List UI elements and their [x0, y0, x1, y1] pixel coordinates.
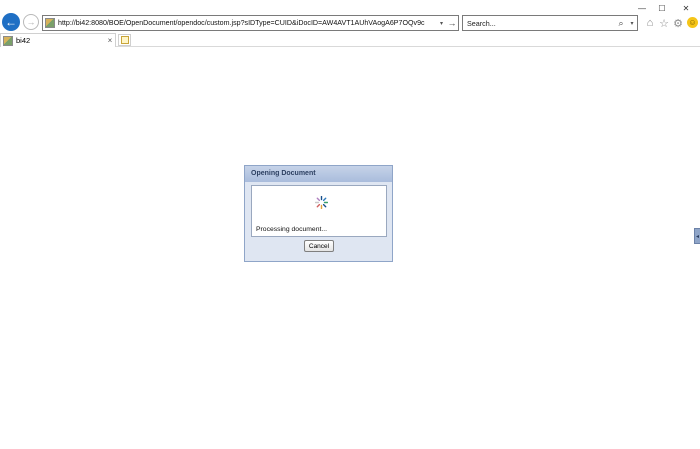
opening-document-dialog: Opening Document Processing document... … [244, 165, 393, 262]
go-arrow-icon[interactable]: → [446, 18, 458, 28]
close-window-button[interactable]: ✕ [675, 2, 697, 14]
maximize-button[interactable]: ☐ [651, 2, 673, 14]
minimize-icon: — [638, 3, 646, 13]
new-tab-button[interactable] [118, 34, 131, 46]
new-tab-icon [120, 36, 129, 44]
cancel-button[interactable]: Cancel [304, 240, 334, 252]
address-url[interactable]: http://bi42:8080/BOE/OpenDocument/opendo… [58, 19, 437, 27]
collapse-arrow-icon: ◂ [695, 233, 699, 240]
address-bar[interactable]: http://bi42:8080/BOE/OpenDocument/opendo… [42, 15, 459, 31]
minimize-button[interactable]: — [631, 2, 653, 14]
address-dropdown-icon[interactable]: ▾ [437, 20, 446, 27]
search-dropdown-icon[interactable]: ▾ [627, 20, 637, 27]
dialog-title: Opening Document [245, 166, 392, 182]
search-input[interactable]: Search... [467, 19, 615, 28]
processing-status-text: Processing document... [256, 226, 328, 233]
settings-gear-icon[interactable]: ⚙ [671, 16, 685, 30]
home-icon[interactable]: ⌂ [643, 16, 657, 30]
tab-bi42[interactable]: bi42 × [0, 33, 116, 47]
loading-spinner-icon [315, 196, 328, 209]
favorites-star-icon[interactable]: ☆ [657, 16, 671, 30]
page-icon [45, 18, 55, 28]
side-panel-toggle[interactable]: ◂ [694, 228, 700, 244]
back-arrow-icon: ← [5, 15, 17, 29]
search-box[interactable]: Search... ⌕ ▾ [462, 15, 638, 31]
forward-button[interactable]: → [23, 14, 39, 30]
close-icon: ✕ [682, 3, 690, 13]
browser-chrome: — ☐ ✕ ← → http://bi42:8080/BOE/OpenDocum… [0, 0, 700, 47]
feedback-smiley-icon[interactable]: ☺ [687, 17, 698, 28]
dialog-body: Processing document... [251, 185, 387, 237]
back-button[interactable]: ← [2, 13, 20, 31]
forward-arrow-icon: → [26, 16, 36, 27]
tab-close-icon[interactable]: × [105, 36, 115, 45]
search-icon[interactable]: ⌕ [615, 18, 627, 29]
tab-page-icon [3, 35, 13, 46]
tab-label: bi42 [16, 36, 31, 45]
maximize-icon: ☐ [658, 3, 666, 13]
